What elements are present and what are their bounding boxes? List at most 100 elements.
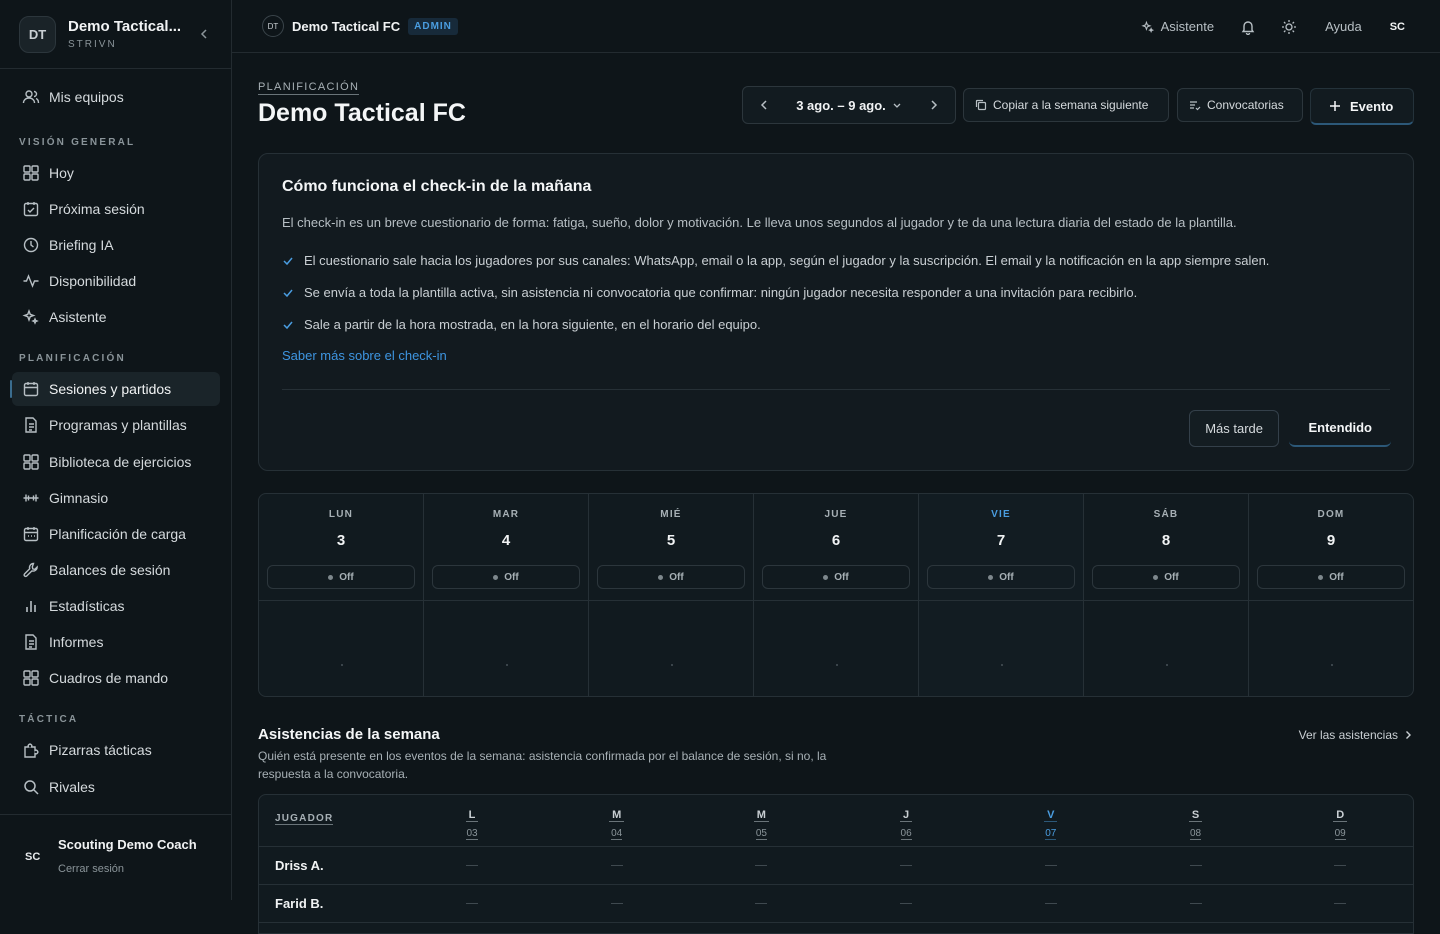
empty-dot-icon [506, 664, 508, 666]
sidebar-item-exercise-library[interactable]: Biblioteca de ejercicios [12, 445, 220, 479]
day-header: MAR 4 Off [424, 494, 588, 601]
team-avatar: DT [19, 15, 56, 53]
attendance-day-header[interactable]: D 09 [1325, 805, 1355, 841]
nav-section-tactics: TÁCTICA [19, 714, 79, 725]
user-panel: SC Scouting Demo Coach Cerrar sesión [0, 814, 231, 900]
week-navigator: 3 ago. – 9 ago. [742, 86, 956, 124]
calendar-check-icon [23, 202, 39, 217]
day-status-toggle[interactable]: Off [927, 565, 1075, 589]
attendance-day-header[interactable]: S 08 [1181, 805, 1211, 841]
attendance-day-header[interactable]: J 06 [891, 805, 921, 841]
later-button[interactable]: Más tarde [1189, 410, 1279, 447]
day-column[interactable]: MIÉ 5 Off [589, 494, 754, 696]
view-attendance-link[interactable]: Ver las asistencias [1299, 728, 1414, 742]
sidebar-item-label: Pizarras tácticas [49, 742, 152, 758]
day-status-toggle[interactable]: Off [762, 565, 910, 589]
sidebar-item-label: Hoy [49, 165, 74, 181]
team-avatar: DT [262, 15, 284, 37]
day-status-toggle[interactable]: Off [1257, 565, 1405, 589]
player-name: Driss A. [275, 858, 324, 873]
copy-week-button[interactable]: Copiar a la semana siguiente [963, 88, 1169, 122]
sidebar-item-assistant[interactable]: Asistente [12, 300, 220, 334]
sidebar-item-label: Cuadros de mando [49, 670, 169, 686]
chevron-left-icon[interactable] [196, 26, 212, 42]
day-column[interactable]: DOM 9 Off [1249, 494, 1413, 696]
calls-button[interactable]: Convocatorias [1177, 88, 1303, 122]
day-status-toggle[interactable]: Off [1092, 565, 1240, 589]
sidebar-item-load-planning[interactable]: Planificación de carga [12, 517, 220, 551]
sidebar-item-dashboards[interactable]: Cuadros de mando [12, 661, 220, 695]
attendance-day-header[interactable]: M 05 [746, 805, 776, 841]
sidebar-item-label: Asistente [49, 309, 107, 325]
calls-label: Convocatorias [1207, 98, 1284, 112]
sidebar-item-session-reports[interactable]: Balances de sesión [12, 553, 220, 587]
day-status-label: Off [339, 571, 354, 583]
bell-icon[interactable] [1240, 19, 1256, 35]
sidebar-item-label: Mis equipos [49, 89, 124, 105]
attendance-description: Quién está presente en los eventos de la… [258, 749, 827, 781]
week-range-picker[interactable]: 3 ago. – 9 ago. [796, 98, 902, 113]
attendance-day-header[interactable]: L 03 [457, 805, 487, 841]
day-column[interactable]: JUE 6 Off [754, 494, 919, 696]
puzzle-icon [24, 743, 39, 758]
assistant-button[interactable]: Asistente [1140, 19, 1214, 34]
chevron-left-icon[interactable] [757, 98, 771, 112]
user-menu[interactable]: SC [1390, 21, 1405, 33]
table-row[interactable]: Driss A. [259, 847, 1413, 885]
help-link[interactable]: Ayuda [1325, 19, 1362, 34]
day-status-toggle[interactable]: Off [597, 565, 745, 589]
learn-more-link[interactable]: Saber más sobre el check-in [282, 348, 447, 363]
copy-week-label: Copiar a la semana siguiente [993, 98, 1149, 112]
chevron-right-icon[interactable] [927, 98, 941, 112]
day-header: SÁB 8 Off [1084, 494, 1248, 601]
info-point: Sale a partir de la hora mostrada, en la… [282, 317, 761, 332]
day-number: 4 [501, 532, 511, 549]
breadcrumb[interactable]: PLANIFICACIÓN [258, 81, 360, 95]
sidebar-item-gym[interactable]: Gimnasio [12, 481, 220, 515]
sidebar-item-rivals[interactable]: Rivales [12, 770, 220, 804]
day-name: MAR [492, 509, 520, 520]
day-column[interactable]: VIE 7 Off [919, 494, 1084, 696]
day-status-toggle[interactable]: Off [432, 565, 580, 589]
day-number: 5 [666, 532, 676, 549]
sidebar-item-stats[interactable]: Estadísticas [12, 589, 220, 623]
calendar-icon [23, 382, 39, 397]
view-attendance-label: Ver las asistencias [1298, 728, 1398, 742]
understood-button[interactable]: Entendido [1289, 410, 1391, 447]
page-title: Demo Tactical FC [258, 99, 466, 127]
clock-icon [23, 237, 39, 253]
day-number: 9 [1326, 532, 1336, 549]
day-column[interactable]: MAR 4 Off [424, 494, 589, 696]
attendance-cell-empty [466, 865, 478, 866]
day-letter: M [753, 809, 769, 822]
attendance-table-header: JUGADOR L 03 M 04 M 05 J 06 V 07 S 08 D 09 [259, 795, 1413, 847]
attendance-day-header[interactable]: V 07 [1036, 805, 1066, 841]
sidebar-item-reports[interactable]: Informes [12, 625, 220, 659]
sidebar-item-next-session[interactable]: Próxima sesión [12, 192, 220, 226]
sidebar-item-sessions[interactable]: Sesiones y partidos [10, 372, 220, 406]
day-column[interactable]: LUN 3 Off [259, 494, 424, 696]
logout-link[interactable]: Cerrar sesión [58, 863, 124, 875]
plus-icon [1330, 101, 1340, 111]
day-column[interactable]: SÁB 8 Off [1084, 494, 1249, 696]
day-letter: S [1188, 809, 1203, 822]
sidebar-item-availability[interactable]: Disponibilidad [12, 264, 220, 298]
sidebar-item-label: Briefing IA [49, 237, 114, 253]
sidebar-item-today[interactable]: Hoy [12, 156, 220, 190]
sidebar-item-briefing[interactable]: Briefing IA [12, 228, 220, 262]
attendance-day-header[interactable]: M 04 [602, 805, 632, 841]
player-column-header[interactable]: JUGADOR [275, 813, 334, 825]
day-date: 03 [466, 828, 478, 840]
sidebar-item-label: Próxima sesión [49, 201, 145, 217]
team-switcher[interactable]: DT Demo Tactical... STRIVN [0, 0, 231, 69]
day-date: 09 [1334, 828, 1346, 840]
sidebar-item-boards[interactable]: Pizarras tácticas [12, 733, 220, 767]
sidebar-item-my-teams[interactable]: Mis equipos [12, 80, 220, 114]
day-status-label: Off [999, 571, 1014, 583]
table-row[interactable]: Farid B. [259, 885, 1413, 923]
sun-icon[interactable] [1281, 19, 1297, 35]
day-name: DOM [1317, 509, 1345, 520]
add-event-button[interactable]: Evento [1310, 88, 1414, 125]
day-status-toggle[interactable]: Off [267, 565, 415, 589]
sidebar-item-programs[interactable]: Programas y plantillas [12, 408, 220, 442]
